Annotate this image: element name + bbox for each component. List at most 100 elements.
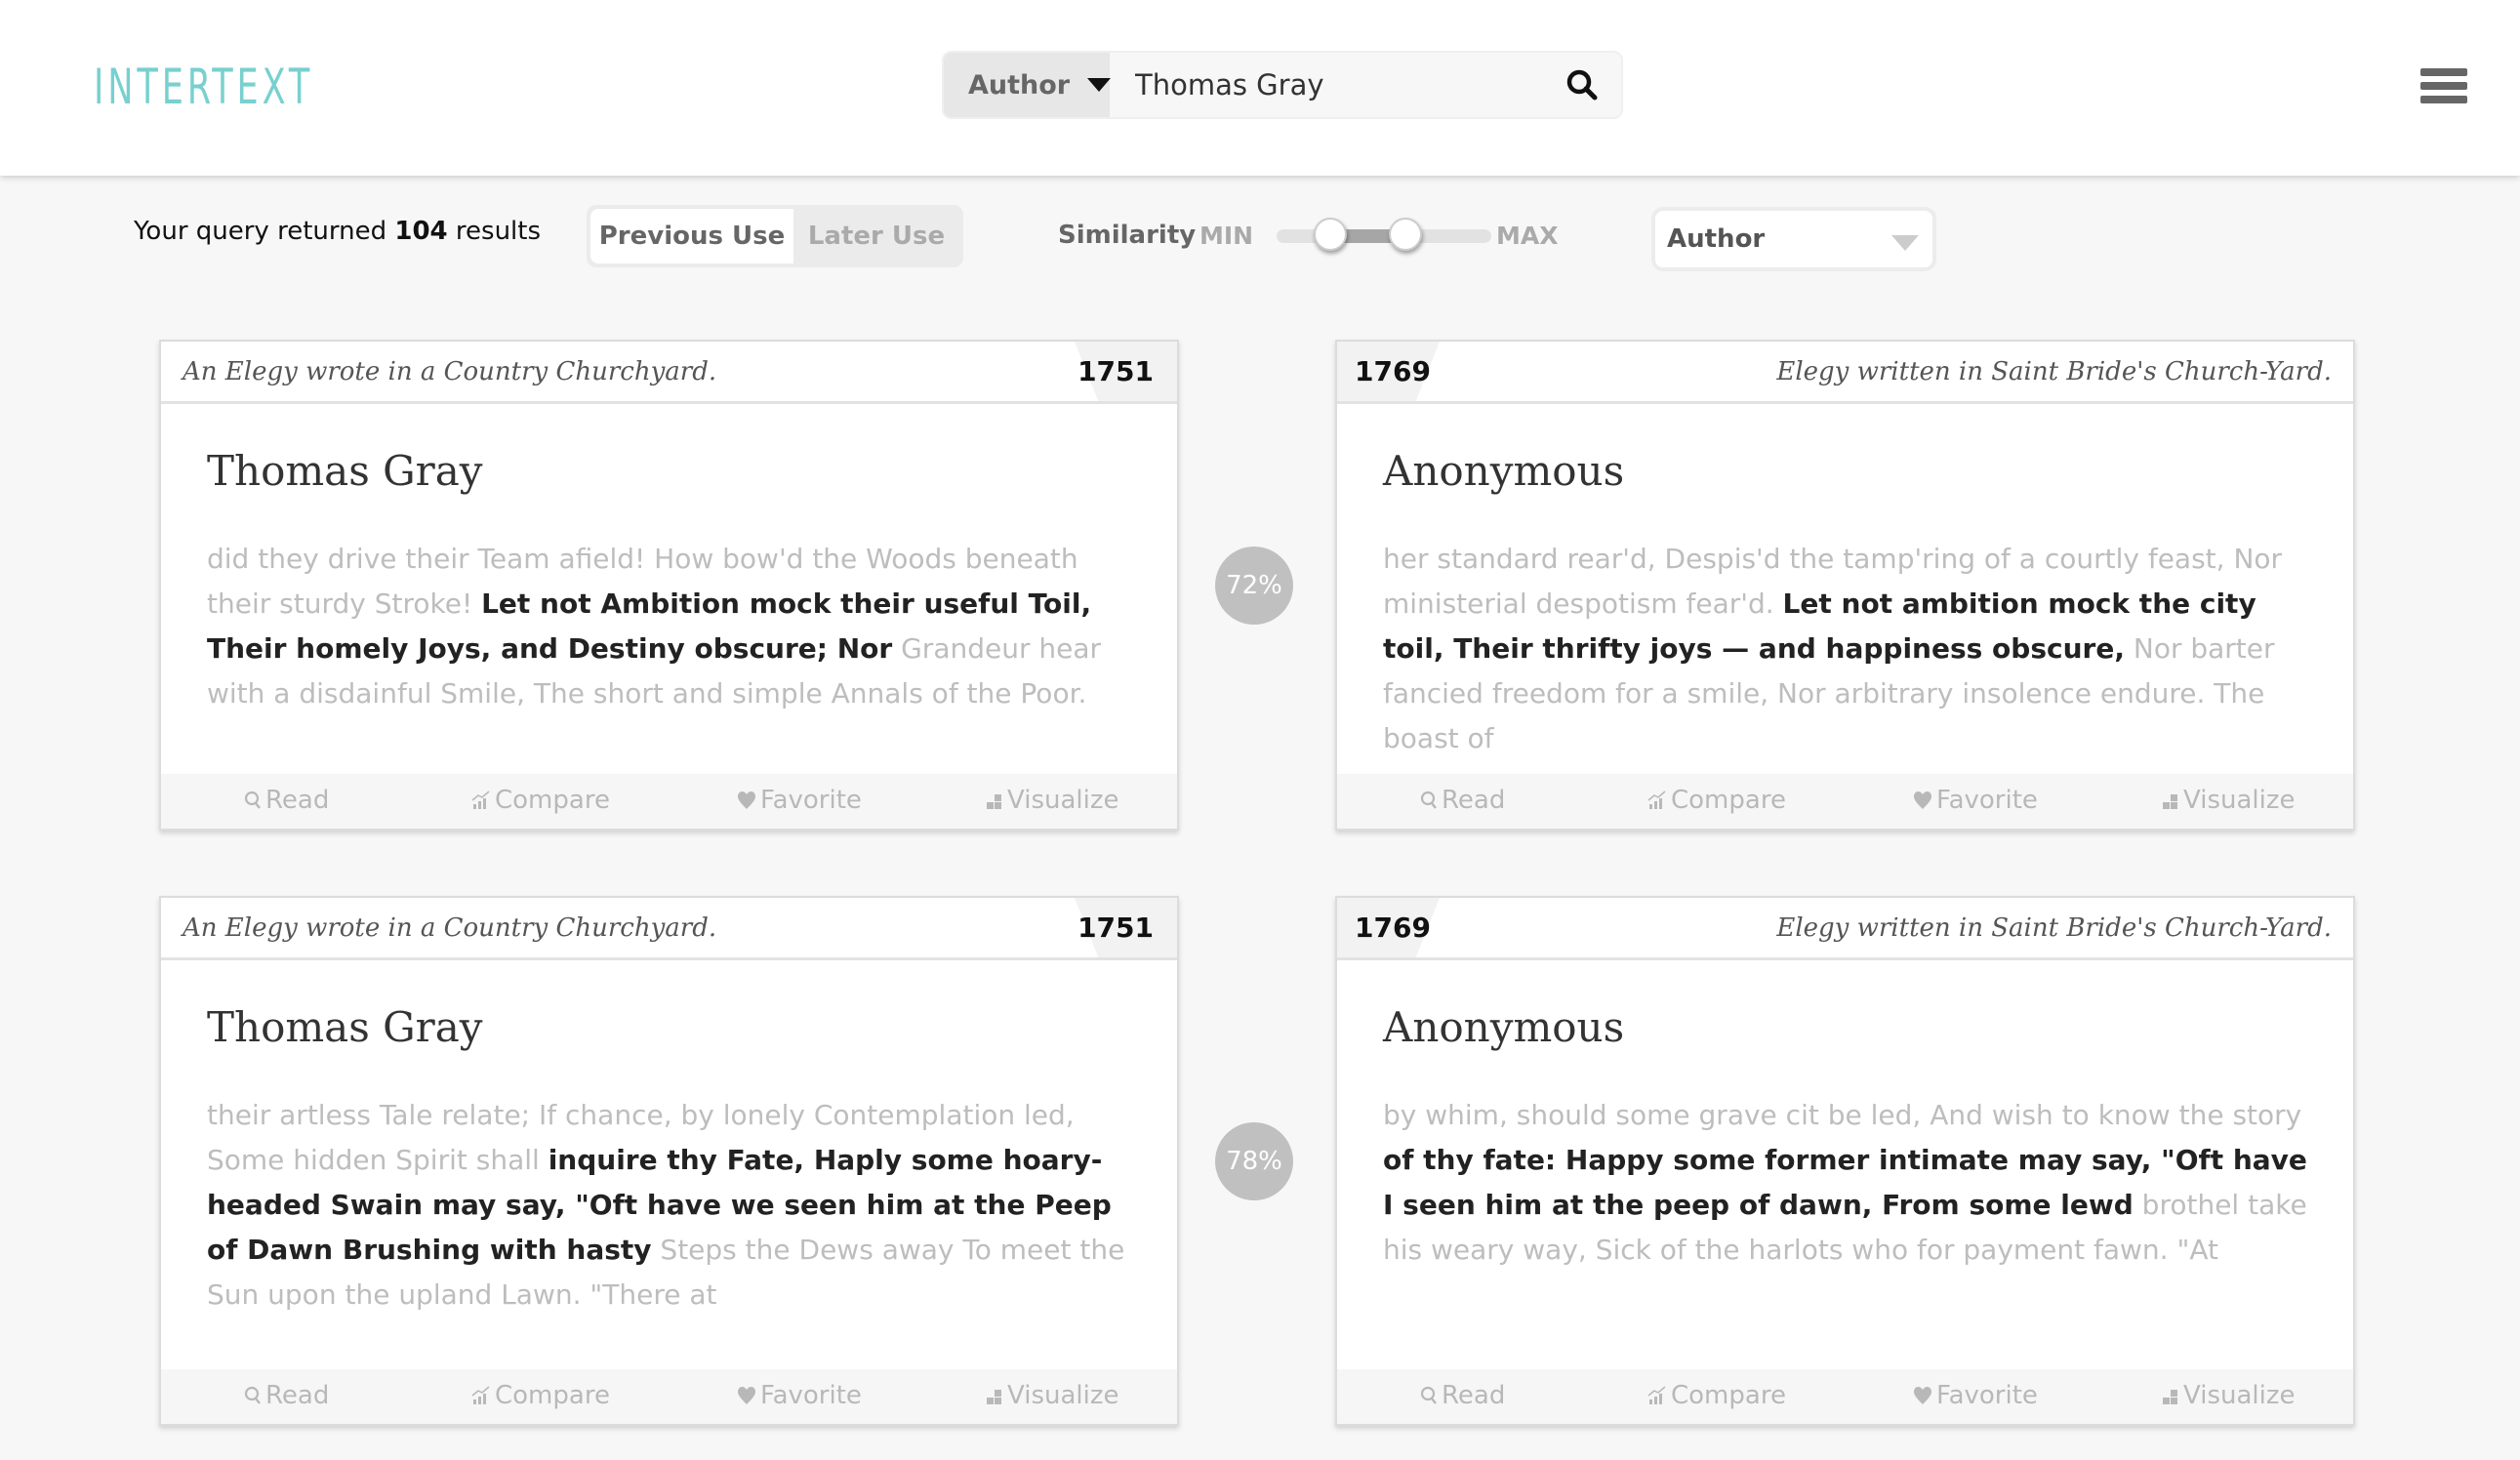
similarity-score-badge: 72% [1215,547,1293,625]
blocks-icon [987,1390,1001,1404]
similarity-score-badge: 78% [1215,1122,1293,1200]
compare-button[interactable]: Compare [471,1381,610,1410]
search-bar: Author [942,51,1623,119]
menu-icon [2420,68,2467,76]
results-count: 104 [394,217,448,246]
heart-icon [738,791,755,809]
read-button[interactable]: Read [244,1381,329,1410]
slider-max-handle[interactable] [1389,218,1422,251]
read-label: Read [1442,786,1506,815]
card-header: An Elegy wrote in a Country Churchyard. … [161,898,1177,960]
compare-button[interactable]: Compare [471,786,610,815]
logo[interactable]: INTERTEXT [94,59,313,115]
results-suffix: results [455,217,542,246]
publication-year: 1769 [1355,355,1431,387]
use-direction-toggle: Previous Use Later Use [587,205,963,267]
search-icon [1420,1386,1437,1404]
favorite-button[interactable]: Favorite [737,786,862,815]
favorite-label: Favorite [1936,786,2038,815]
favorite-label: Favorite [760,786,862,815]
search-button[interactable] [1543,53,1621,117]
card-header: Elegy written in Saint Bride's Church-Ya… [1337,342,2353,404]
author-name[interactable]: Anonymous [1383,447,1624,495]
passage-excerpt: by whim, should some grave cit be led, A… [1383,1093,2320,1273]
heart-icon [738,1387,755,1404]
menu-icon-bar [2420,96,2467,103]
card-actions: Read Compare Favorite Visualize [161,774,1177,829]
caret-down-icon [1087,78,1112,92]
work-title[interactable]: An Elegy wrote in a Country Churchyard. [183,357,716,386]
search-input[interactable] [1110,53,1543,117]
passage-card-right: Elegy written in Saint Bride's Church-Ya… [1335,896,2355,1426]
passage-excerpt: their artless Tale relate; If chance, by… [207,1093,1144,1318]
sort-by-dropdown[interactable]: Author [1651,207,1936,271]
publication-year: 1751 [1077,355,1154,387]
caret-down-icon [1891,235,1919,251]
tab-previous-use[interactable]: Previous Use [590,209,793,264]
work-title[interactable]: An Elegy wrote in a Country Churchyard. [183,913,716,943]
similarity-label: Similarity [1058,221,1197,250]
card-actions: Read Compare Favorite Visualize [1337,774,2353,829]
heart-icon [1914,791,1931,809]
passage-card-left: An Elegy wrote in a Country Churchyard. … [159,340,1179,831]
tab-later-use[interactable]: Later Use [793,209,959,264]
hamburger-menu-button[interactable] [2420,68,2467,107]
chart-icon [471,791,490,809]
chart-icon [471,1386,490,1404]
top-navbar: INTERTEXT Author [0,0,2520,176]
author-name[interactable]: Thomas Gray [207,1003,483,1051]
similarity-range-slider[interactable] [1277,218,1491,251]
search-type-dropdown[interactable]: Author [944,53,1112,117]
passage-card-left: An Elegy wrote in a Country Churchyard. … [159,896,1179,1426]
read-button[interactable]: Read [244,786,329,815]
blocks-icon [987,794,1001,809]
publication-year: 1769 [1355,912,1431,944]
passage-excerpt: did they drive their Team afield! How bo… [207,537,1144,716]
search-icon [1420,791,1437,809]
similarity-min-label: MIN [1199,222,1254,250]
visualize-label: Visualize [2183,1381,2296,1410]
search-icon [1566,69,1598,101]
work-title[interactable]: Elegy written in Saint Bride's Church-Ya… [1776,913,2332,943]
author-name[interactable]: Thomas Gray [207,447,483,495]
results-prefix: Your query returned [134,217,387,246]
visualize-label: Visualize [1007,1381,1119,1410]
visualize-button[interactable]: Visualize [986,786,1119,815]
visualize-button[interactable]: Visualize [2162,1381,2296,1410]
sort-by-value: Author [1667,224,1766,254]
compare-button[interactable]: Compare [1647,786,1786,815]
slider-min-handle[interactable] [1314,218,1347,251]
favorite-button[interactable]: Favorite [737,1381,862,1410]
favorite-button[interactable]: Favorite [1913,1381,2038,1410]
search-type-label: Author [968,69,1071,101]
chart-icon [1647,1386,1666,1404]
context-before: by whim, should some grave cit be led, A… [1383,1099,2302,1131]
read-label: Read [265,1381,330,1410]
favorite-button[interactable]: Favorite [1913,786,2038,815]
visualize-button[interactable]: Visualize [986,1381,1119,1410]
compare-button[interactable]: Compare [1647,1381,1786,1410]
blocks-icon [2163,1390,2177,1404]
compare-label: Compare [495,786,610,815]
compare-label: Compare [495,1381,610,1410]
work-title[interactable]: Elegy written in Saint Bride's Church-Ya… [1776,357,2332,386]
visualize-label: Visualize [1007,786,1119,815]
chart-icon [1647,791,1666,809]
similarity-max-label: MAX [1496,222,1559,250]
visualize-label: Visualize [2183,786,2296,815]
card-header: An Elegy wrote in a Country Churchyard. … [161,342,1177,404]
favorite-label: Favorite [760,1381,862,1410]
blocks-icon [2163,794,2177,809]
menu-icon-bar [2420,82,2467,90]
card-actions: Read Compare Favorite Visualize [1337,1369,2353,1424]
publication-year: 1751 [1077,912,1154,944]
read-label: Read [1442,1381,1506,1410]
visualize-button[interactable]: Visualize [2162,786,2296,815]
read-button[interactable]: Read [1420,1381,1505,1410]
compare-label: Compare [1671,1381,1786,1410]
read-label: Read [265,786,330,815]
read-button[interactable]: Read [1420,786,1505,815]
author-name[interactable]: Anonymous [1383,1003,1624,1051]
card-header: Elegy written in Saint Bride's Church-Ya… [1337,898,2353,960]
compare-label: Compare [1671,786,1786,815]
